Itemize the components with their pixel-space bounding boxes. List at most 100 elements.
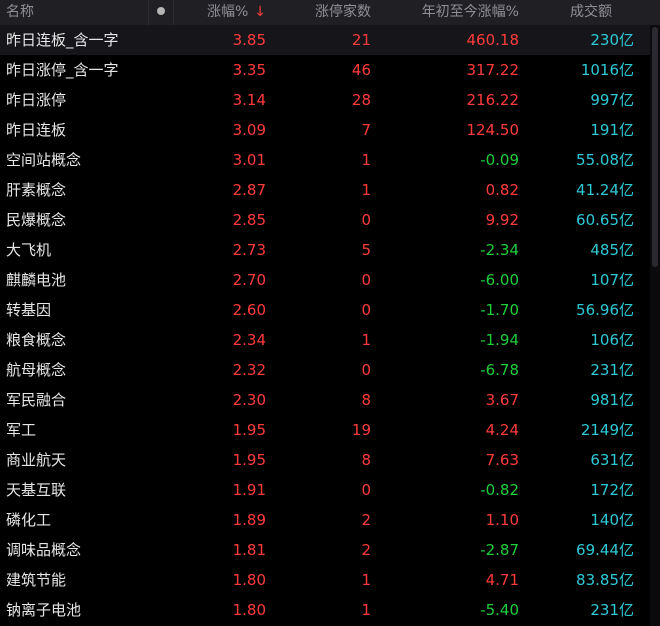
table-row[interactable]: 军民融合 2.30 8 3.67 981亿 xyxy=(0,385,660,415)
table-row[interactable]: 天基互联 1.91 0 -0.82 172亿 xyxy=(0,475,660,505)
table-row[interactable]: 昨日连板 3.09 7 124.50 191亿 xyxy=(0,115,660,145)
column-header-name[interactable]: 名称 xyxy=(0,0,148,25)
ytd-change: 9.92 xyxy=(485,211,519,229)
table-row[interactable]: 钠离子电池 1.80 1 -5.40 231亿 xyxy=(0,595,660,625)
limit-up-count: 0 xyxy=(361,481,371,499)
change-pct: 1.95 xyxy=(232,451,266,469)
change-pct: 2.30 xyxy=(232,391,266,409)
table-row[interactable]: 商业航天 1.95 8 7.63 631亿 xyxy=(0,445,660,475)
sector-name: 昨日连板_含一字 xyxy=(6,31,119,49)
turnover: 56.96亿 xyxy=(576,301,634,319)
change-pct: 2.73 xyxy=(232,241,266,259)
sector-name: 大飞机 xyxy=(6,241,52,259)
change-pct: 1.89 xyxy=(232,511,266,529)
change-pct: 3.85 xyxy=(232,31,266,49)
sector-name: 天基互联 xyxy=(6,481,67,499)
table-row[interactable]: 军工 1.95 19 4.24 2149亿 xyxy=(0,415,660,445)
change-pct: 2.60 xyxy=(232,301,266,319)
turnover: 2149亿 xyxy=(580,421,634,439)
table-row[interactable]: 民爆概念 2.85 0 9.92 60.65亿 xyxy=(0,205,660,235)
turnover: 60.65亿 xyxy=(576,211,634,229)
sector-name: 麒麟电池 xyxy=(6,271,67,289)
turnover: 140亿 xyxy=(590,511,634,529)
table-row[interactable]: 调味品概念 1.81 2 -2.87 69.44亿 xyxy=(0,535,660,565)
sector-name: 钠离子电池 xyxy=(6,601,82,619)
sector-name: 商业航天 xyxy=(6,451,67,469)
change-pct: 2.70 xyxy=(232,271,266,289)
limit-up-count: 19 xyxy=(351,421,371,439)
ytd-change: 4.71 xyxy=(485,571,519,589)
ytd-change: -1.70 xyxy=(480,301,519,319)
ytd-change: -6.00 xyxy=(480,271,519,289)
table-row[interactable]: 昨日连板_含一字 3.85 21 460.18 230亿 xyxy=(0,25,660,55)
limit-up-count: 21 xyxy=(351,31,371,49)
turnover: 231亿 xyxy=(590,601,634,619)
change-pct: 3.35 xyxy=(232,61,266,79)
dot-icon xyxy=(157,7,165,15)
limit-up-count: 1 xyxy=(361,601,371,619)
turnover: 41.24亿 xyxy=(576,181,634,199)
limit-up-count: 28 xyxy=(351,91,371,109)
turnover: 631亿 xyxy=(590,451,634,469)
table-row[interactable]: 粮食概念 2.34 1 -1.94 106亿 xyxy=(0,325,660,355)
change-pct: 1.80 xyxy=(232,571,266,589)
column-header-limit-up-count[interactable]: 涨停家数 xyxy=(270,0,375,25)
table-row[interactable]: 昨日涨停_含一字 3.35 46 317.22 1016亿 xyxy=(0,55,660,85)
ytd-change: 7.63 xyxy=(485,451,519,469)
limit-up-count: 8 xyxy=(361,451,371,469)
change-pct: 2.32 xyxy=(232,361,266,379)
table-row[interactable]: 肝素概念 2.87 1 0.82 41.24亿 xyxy=(0,175,660,205)
limit-up-count: 7 xyxy=(361,121,371,139)
ytd-change: -1.94 xyxy=(480,331,519,349)
turnover: 69.44亿 xyxy=(576,541,634,559)
turnover: 172亿 xyxy=(590,481,634,499)
sector-name: 民爆概念 xyxy=(6,211,67,229)
limit-up-count: 1 xyxy=(361,571,371,589)
scrollbar-thumb[interactable] xyxy=(652,27,658,267)
sort-descending-icon: ↓ xyxy=(254,4,266,20)
limit-up-count: 1 xyxy=(361,331,371,349)
table-row[interactable]: 建筑节能 1.80 1 4.71 83.85亿 xyxy=(0,565,660,595)
turnover: 231亿 xyxy=(590,361,634,379)
change-pct: 2.34 xyxy=(232,331,266,349)
turnover: 83.85亿 xyxy=(576,571,634,589)
table-header: 名称 涨幅% ↓ 涨停家数 年初至今涨幅% 成交额 xyxy=(0,0,660,26)
sector-name: 昨日涨停 xyxy=(6,91,67,109)
table-row[interactable]: 大飞机 2.73 5 -2.34 485亿 xyxy=(0,235,660,265)
limit-up-count: 0 xyxy=(361,211,371,229)
ytd-change: -0.82 xyxy=(480,481,519,499)
ytd-change: -6.78 xyxy=(480,361,519,379)
table-row[interactable]: 磷化工 1.89 2 1.10 140亿 xyxy=(0,505,660,535)
column-header-marker[interactable] xyxy=(148,0,174,25)
turnover: 1016亿 xyxy=(580,61,634,79)
table-row[interactable]: 转基因 2.60 0 -1.70 56.96亿 xyxy=(0,295,660,325)
column-header-ytd-change[interactable]: 年初至今涨幅% xyxy=(375,0,523,25)
vertical-scrollbar[interactable] xyxy=(650,25,660,626)
table-row[interactable]: 昨日涨停 3.14 28 216.22 997亿 xyxy=(0,85,660,115)
sector-name: 粮食概念 xyxy=(6,331,67,349)
column-header-change-pct[interactable]: 涨幅% ↓ xyxy=(174,0,270,25)
limit-up-count: 0 xyxy=(361,271,371,289)
turnover: 981亿 xyxy=(590,391,634,409)
change-pct: 1.95 xyxy=(232,421,266,439)
ytd-change: 1.10 xyxy=(485,511,519,529)
ytd-change: 460.18 xyxy=(466,31,520,49)
ytd-change: 124.50 xyxy=(466,121,520,139)
sector-name: 空间站概念 xyxy=(6,151,82,169)
ytd-change: 4.24 xyxy=(485,421,519,439)
turnover: 485亿 xyxy=(590,241,634,259)
column-header-turnover[interactable]: 成交额 xyxy=(523,0,638,25)
column-header-change-pct-label: 涨幅% xyxy=(206,4,249,20)
limit-up-count: 1 xyxy=(361,151,371,169)
turnover: 107亿 xyxy=(590,271,634,289)
change-pct: 1.81 xyxy=(232,541,266,559)
limit-up-count: 46 xyxy=(351,61,371,79)
table-row[interactable]: 空间站概念 3.01 1 -0.09 55.08亿 xyxy=(0,145,660,175)
limit-up-count: 0 xyxy=(361,301,371,319)
turnover: 55.08亿 xyxy=(576,151,634,169)
table-row[interactable]: 麒麟电池 2.70 0 -6.00 107亿 xyxy=(0,265,660,295)
table-body: 昨日连板_含一字 3.85 21 460.18 230亿 昨日涨停_含一字 3.35 46 31… xyxy=(0,25,660,625)
sector-name: 转基因 xyxy=(6,301,52,319)
table-row[interactable]: 航母概念 2.32 0 -6.78 231亿 xyxy=(0,355,660,385)
ytd-change: -5.40 xyxy=(480,601,519,619)
